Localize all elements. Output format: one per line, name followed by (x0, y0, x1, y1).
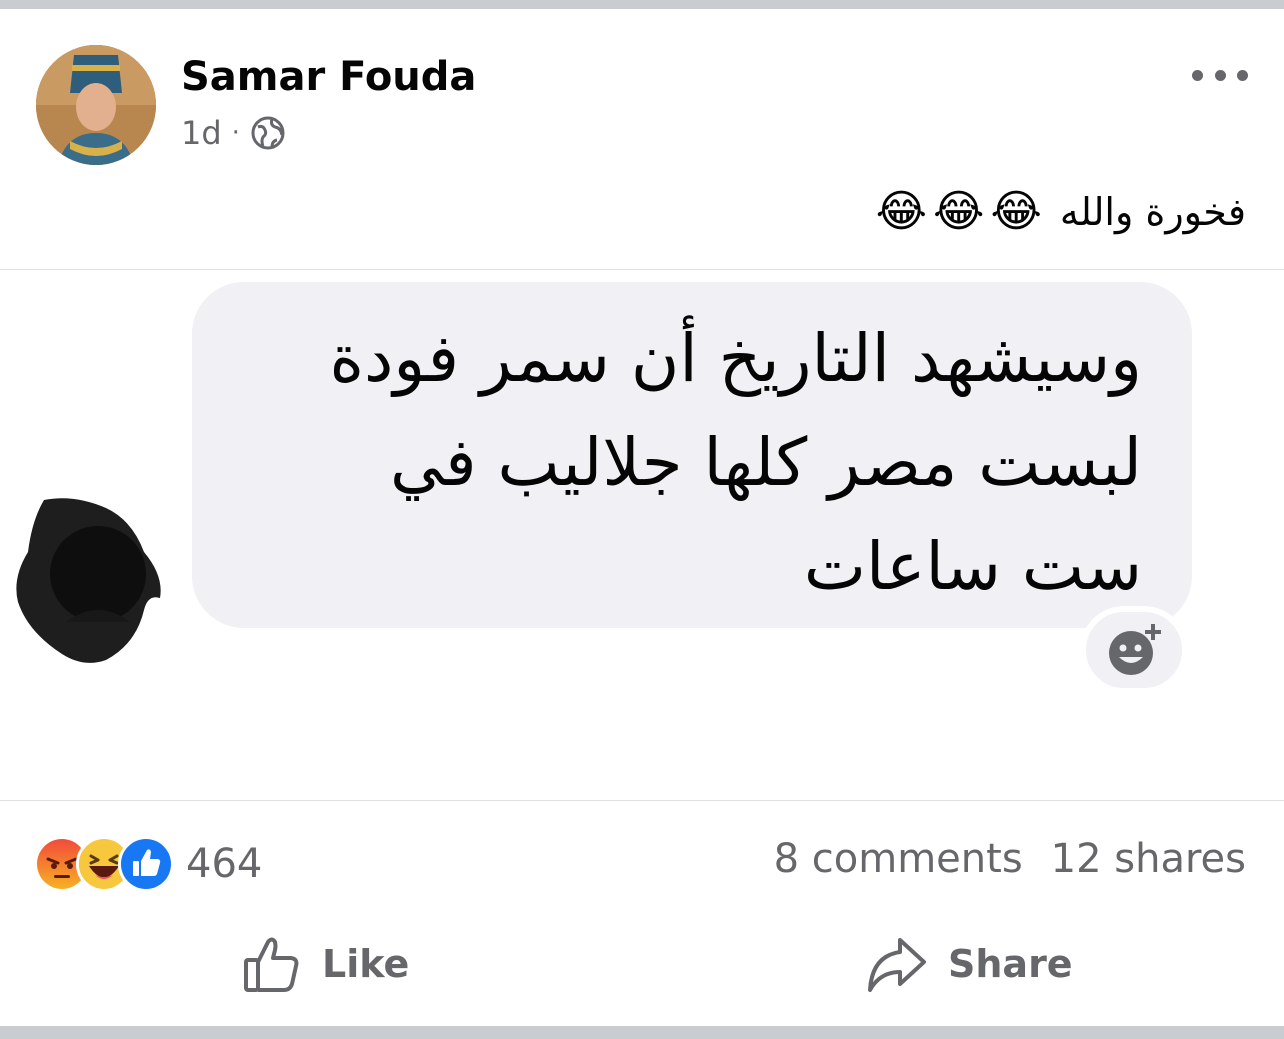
top-separator-band (0, 0, 1284, 9)
comments-count-link[interactable]: 8 comments (774, 836, 1023, 882)
globe-icon[interactable] (250, 115, 286, 151)
laughing-emoji: 😂 (933, 186, 985, 237)
reaction-count: 464 (186, 841, 263, 887)
more-options-icon[interactable] (1192, 62, 1248, 88)
post-meta: 1d · (181, 114, 286, 152)
more-dot (1237, 69, 1248, 81)
share-arrow-icon (868, 938, 926, 992)
more-dot (1214, 69, 1226, 81)
add-reaction-icon[interactable] (1080, 606, 1188, 694)
comment-line: ست ساعات (803, 528, 1142, 605)
laughing-emoji: 😂 (875, 186, 928, 237)
meta-separator: · (231, 118, 240, 148)
comment-line: وسيشهد التاريخ أن سمر فودة (329, 320, 1142, 397)
share-button[interactable]: Share (866, 934, 1073, 994)
like-reaction-icon (118, 836, 174, 892)
share-label: Share (948, 942, 1073, 986)
engagement-divider (0, 800, 1284, 801)
comment-bubble: وسيشهد التاريخ أن سمر فودة لبست مصر كلها… (192, 282, 1192, 628)
thumbs-up-icon (244, 937, 299, 992)
bottom-separator-band (0, 1026, 1284, 1039)
post-caption: فخورة والله 😂 😂 😂 (870, 186, 1246, 237)
comment-line: لبست مصر كلها جلاليب في (389, 424, 1142, 501)
author-name[interactable]: Samar Fouda (181, 54, 476, 100)
commenter-avatar-obscured (14, 494, 166, 666)
caption-text: فخورة والله (1059, 190, 1246, 234)
like-button[interactable]: Like (242, 934, 409, 994)
more-dot (1192, 69, 1203, 81)
engagement-stats: 8 comments 12 shares (774, 836, 1246, 882)
like-label: Like (322, 942, 410, 986)
reaction-summary[interactable]: 464 (34, 836, 262, 892)
author-avatar[interactable] (36, 45, 156, 165)
shares-count-link[interactable]: 12 shares (1051, 836, 1246, 882)
laughing-emoji: 😂 (990, 186, 1042, 237)
post-time[interactable]: 1d (181, 114, 222, 152)
caption-divider (0, 269, 1284, 270)
